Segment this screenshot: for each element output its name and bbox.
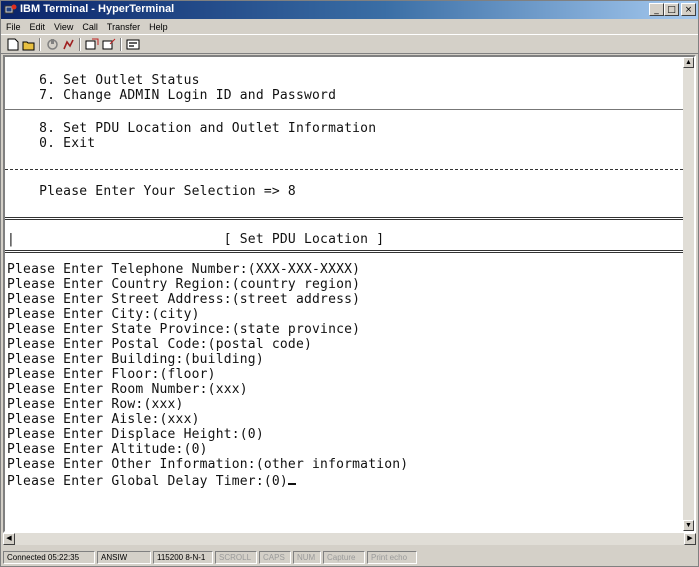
terminal-line: Please Enter Building:(building) <box>7 352 264 367</box>
status-connected: Connected 05:22:35 <box>3 551 95 564</box>
status-bar: Connected 05:22:35 ANSIW 115200 8-N-1 SC… <box>1 549 698 566</box>
toolbar <box>1 34 698 54</box>
terminal-line: Please Enter Floor:(floor) <box>7 367 216 382</box>
close-button[interactable]: × <box>681 3 696 16</box>
properties-icon[interactable] <box>125 37 141 52</box>
toolbar-separator <box>39 38 41 51</box>
scroll-down-arrow-icon[interactable]: ▼ <box>683 520 694 531</box>
terminal-line: Please Enter Room Number:(xxx) <box>7 382 248 397</box>
window-title: IBM Terminal - HyperTerminal <box>20 3 175 15</box>
text-cursor <box>287 472 296 485</box>
separator-line <box>5 109 683 110</box>
terminal-line: 0. Exit <box>7 136 96 151</box>
terminal-line: Please Enter City:(city) <box>7 307 200 322</box>
menu-file[interactable]: File <box>6 22 21 32</box>
terminal-line: 6. Set Outlet Status <box>7 73 200 88</box>
menu-edit[interactable]: Edit <box>30 22 46 32</box>
receive-icon[interactable] <box>101 37 117 52</box>
horizontal-scrollbar[interactable]: ◀ ▶ <box>3 533 696 545</box>
terminal-line: Please Enter Postal Code:(postal code) <box>7 337 313 352</box>
terminal-line: Please Enter Altitude:(0) <box>7 442 208 457</box>
separator-line <box>5 250 683 253</box>
scroll-left-arrow-icon[interactable]: ◀ <box>3 533 15 545</box>
terminal-input-line: Please Enter Global Delay Timer:(0) <box>7 472 296 489</box>
menu-bar: File Edit View Call Transfer Help <box>1 19 698 34</box>
separator-line <box>5 169 683 170</box>
new-icon[interactable] <box>5 37 21 52</box>
terminal-frame: 6. Set Outlet Status 7. Change ADMIN Log… <box>3 55 696 533</box>
terminal-prompt-text: Please Enter Global Delay Timer:(0) <box>7 474 288 489</box>
minimize-button[interactable]: _ <box>649 3 664 16</box>
maximize-button[interactable]: □ <box>664 3 679 16</box>
terminal-line: Please Enter State Province:(state provi… <box>7 322 361 337</box>
separator-line <box>5 217 683 220</box>
terminal-line: Please Enter Your Selection => 8 <box>7 184 296 199</box>
terminal-line: | [ Set PDU Location ] <box>7 232 385 247</box>
menu-help[interactable]: Help <box>149 22 168 32</box>
toolbar-separator <box>79 38 81 51</box>
menu-view[interactable]: View <box>54 22 73 32</box>
send-icon[interactable] <box>84 37 100 52</box>
status-num: NUM <box>293 551 321 564</box>
title-bar[interactable]: IBM Terminal - HyperTerminal _ □ × <box>1 1 698 19</box>
hyperterminal-app-icon <box>4 4 17 14</box>
open-icon[interactable] <box>21 37 37 52</box>
terminal-line: Please Enter Street Address:(street addr… <box>7 292 361 307</box>
terminal-line: Please Enter Displace Height:(0) <box>7 427 264 442</box>
scroll-up-arrow-icon[interactable]: ▲ <box>683 57 694 68</box>
terminal-line: Please Enter Aisle:(xxx) <box>7 412 200 427</box>
menu-transfer[interactable]: Transfer <box>107 22 140 32</box>
disconnect-icon[interactable] <box>60 37 76 52</box>
menu-call[interactable]: Call <box>82 22 98 32</box>
terminal-line: Please Enter Other Information:(other in… <box>7 457 409 472</box>
terminal-line: Please Enter Country Region:(country reg… <box>7 277 361 292</box>
status-port-settings: 115200 8-N-1 <box>153 551 213 564</box>
hyperterminal-window: IBM Terminal - HyperTerminal _ □ × File … <box>0 0 699 567</box>
status-print-echo: Print echo <box>367 551 417 564</box>
status-capture: Capture <box>323 551 365 564</box>
terminal-line: 8. Set PDU Location and Outlet Informati… <box>7 121 377 136</box>
status-scroll: SCROLL <box>215 551 257 564</box>
terminal-line: 7. Change ADMIN Login ID and Password <box>7 88 337 103</box>
toolbar-separator <box>120 38 122 51</box>
terminal-line: Please Enter Telephone Number:(XXX-XXX-X… <box>7 262 361 277</box>
status-emulation: ANSIW <box>97 551 151 564</box>
terminal-screen[interactable]: 6. Set Outlet Status 7. Change ADMIN Log… <box>5 57 683 531</box>
terminal-line: Please Enter Row:(xxx) <box>7 397 184 412</box>
status-caps: CAPS <box>259 551 291 564</box>
vertical-scrollbar[interactable]: ▲ ▼ <box>683 57 694 531</box>
scroll-right-arrow-icon[interactable]: ▶ <box>684 533 696 545</box>
connect-icon[interactable] <box>44 37 60 52</box>
